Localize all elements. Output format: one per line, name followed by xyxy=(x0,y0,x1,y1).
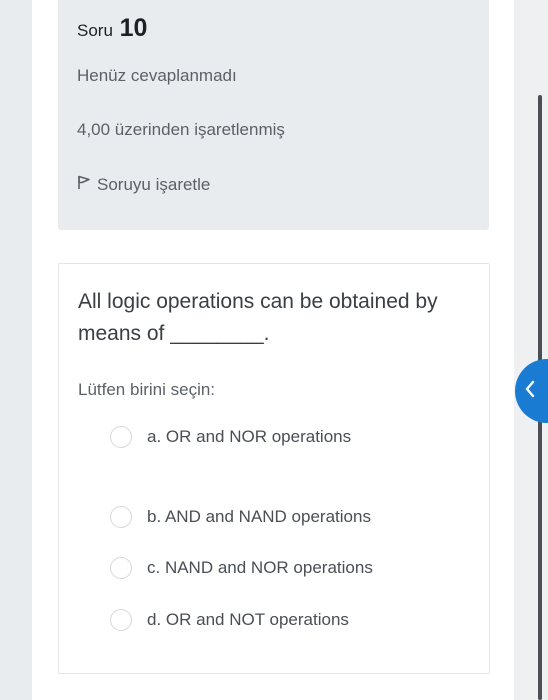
question-title: Soru 10 xyxy=(77,14,147,43)
answer-option-b[interactable]: b. AND and NAND operations xyxy=(110,506,371,528)
flag-question-link[interactable]: Soruyu işaretle xyxy=(77,174,210,195)
question-text: All logic operations can be obtained by … xyxy=(78,290,438,345)
radio-button[interactable] xyxy=(110,557,132,579)
option-label: b. AND and NAND operations xyxy=(147,507,371,526)
option-label: a. OR and NOR operations xyxy=(147,427,352,446)
right-rail xyxy=(514,0,548,700)
radio-button[interactable] xyxy=(110,506,132,528)
chevron-left-icon xyxy=(523,379,537,404)
radio-button[interactable] xyxy=(110,426,132,448)
flag-icon xyxy=(77,174,97,195)
question-info: Soru 10 Henüz cevaplanmadı 4,00 üzerinde… xyxy=(58,0,489,230)
answer-option-c[interactable]: c. NAND and NOR operations xyxy=(110,557,373,579)
question-number: 10 xyxy=(119,14,148,42)
answer-option-a[interactable]: a. OR and NOR operations xyxy=(110,426,351,448)
question-status: Henüz cevaplanmadı xyxy=(77,66,237,85)
option-label: c. NAND and NOR operations xyxy=(147,558,373,577)
question-content: All logic operations can be obtained by … xyxy=(58,263,490,674)
question-label: Soru xyxy=(77,21,113,40)
question-grade: 4,00 üzerinden işaretlenmiş xyxy=(77,120,285,139)
option-label: d. OR and NOT operations xyxy=(147,610,349,629)
answer-prompt: Lütfen birini seçin: xyxy=(78,380,216,399)
answer-option-d[interactable]: d. OR and NOT operations xyxy=(110,609,349,631)
flag-question-label: Soruyu işaretle xyxy=(97,174,211,194)
radio-button[interactable] xyxy=(110,609,132,631)
